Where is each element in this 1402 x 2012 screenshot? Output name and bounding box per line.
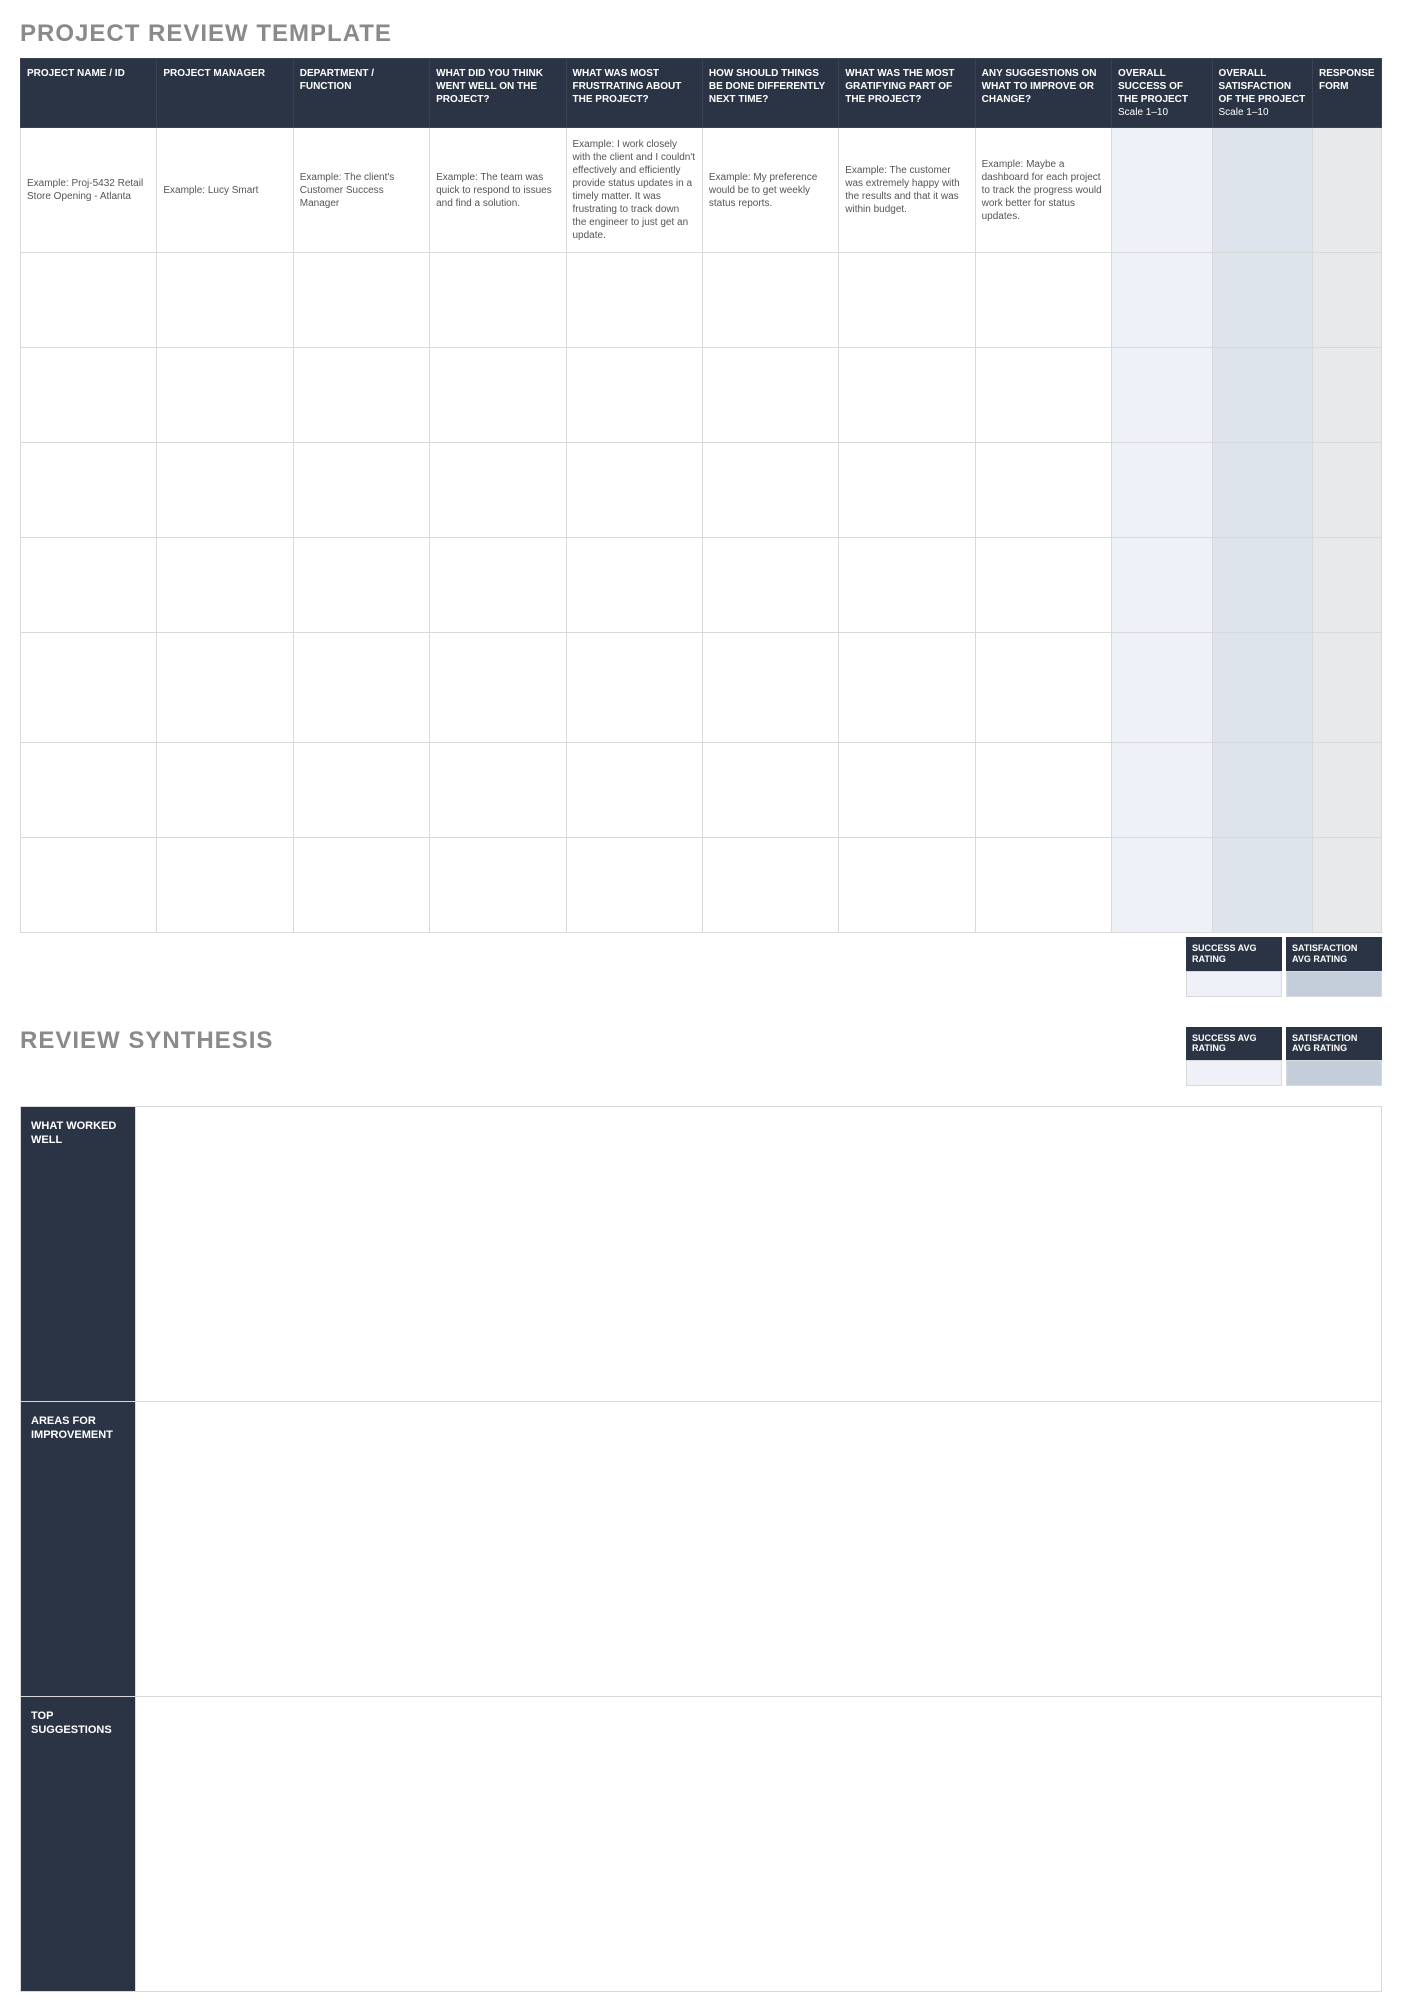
success-avg-value-2[interactable] bbox=[1186, 1060, 1282, 1086]
th-project-mgr: PROJECT MANAGER bbox=[157, 59, 293, 128]
th-satisfaction: OVERALL SATISFACTION OF THE PROJECTScale… bbox=[1212, 59, 1313, 128]
synth-body-worked-well[interactable] bbox=[136, 1107, 1382, 1402]
success-avg-head-2: SUCCESS AVG RATING bbox=[1186, 1027, 1282, 1061]
page-title-main: PROJECT REVIEW TEMPLATE bbox=[20, 20, 1382, 48]
cell-ex-mgr[interactable]: Example: Lucy Smart bbox=[157, 128, 293, 253]
avg-rating-row-1: SUCCESS AVG RATING SATISFACTION AVG RATI… bbox=[20, 937, 1382, 997]
th-gratifying: WHAT WAS THE MOST GRATIFYING PART OF THE… bbox=[839, 59, 975, 128]
synth-body-suggestions[interactable] bbox=[136, 1697, 1382, 1992]
th-went-well: WHAT DID YOU THINK WENT WELL ON THE PROJ… bbox=[430, 59, 566, 128]
success-avg-value[interactable] bbox=[1186, 971, 1282, 997]
th-response-form: RESPONSE FORM bbox=[1313, 59, 1382, 128]
table-row bbox=[21, 253, 1382, 348]
synth-body-improvement[interactable] bbox=[136, 1402, 1382, 1697]
table-row bbox=[21, 838, 1382, 933]
th-success: OVERALL SUCCESS OF THE PROJECTScale 1–10 bbox=[1112, 59, 1213, 128]
table-row-example: Example: Proj-5432 Retail Store Opening … bbox=[21, 128, 1382, 253]
table-row bbox=[21, 743, 1382, 838]
cell-ex-sugg[interactable]: Example: Maybe a dashboard for each proj… bbox=[975, 128, 1111, 253]
synth-label-worked-well: WHAT WORKED WELL bbox=[21, 1107, 136, 1402]
table-row bbox=[21, 633, 1382, 743]
success-avg-head: SUCCESS AVG RATING bbox=[1186, 937, 1282, 971]
review-synthesis-table: WHAT WORKED WELL AREAS FOR IMPROVEMENT T… bbox=[20, 1106, 1382, 1992]
th-frustrating: WHAT WAS MOST FRUSTRATING ABOUT THE PROJ… bbox=[566, 59, 702, 128]
project-review-table: PROJECT NAME / ID PROJECT MANAGER DEPART… bbox=[20, 58, 1382, 933]
satisfaction-avg-head-2: SATISFACTION AVG RATING bbox=[1286, 1027, 1382, 1061]
cell-ex-success[interactable] bbox=[1112, 128, 1213, 253]
cell-ex-grat[interactable]: Example: The customer was extremely happ… bbox=[839, 128, 975, 253]
page-title-synth: REVIEW SYNTHESIS bbox=[20, 1027, 1186, 1055]
th-department: DEPARTMENT / FUNCTION bbox=[293, 59, 429, 128]
satisfaction-avg-value[interactable] bbox=[1286, 971, 1382, 997]
cell-ex-name[interactable]: Example: Proj-5432 Retail Store Opening … bbox=[21, 128, 157, 253]
th-differently: HOW SHOULD THINGS BE DONE DIFFERENTLY NE… bbox=[702, 59, 838, 128]
cell-ex-resp[interactable] bbox=[1313, 128, 1382, 253]
satisfaction-avg-value-2[interactable] bbox=[1286, 1060, 1382, 1086]
table-row bbox=[21, 348, 1382, 443]
synth-label-suggestions: TOP SUGGESTIONS bbox=[21, 1697, 136, 1992]
avg-rating-row-2: SUCCESS AVG RATING SATISFACTION AVG RATI… bbox=[1186, 1027, 1382, 1087]
cell-ex-diff[interactable]: Example: My preference would be to get w… bbox=[702, 128, 838, 253]
th-project-name: PROJECT NAME / ID bbox=[21, 59, 157, 128]
synth-label-improvement: AREAS FOR IMPROVEMENT bbox=[21, 1402, 136, 1697]
satisfaction-avg-head: SATISFACTION AVG RATING bbox=[1286, 937, 1382, 971]
cell-ex-satis[interactable] bbox=[1212, 128, 1313, 253]
cell-ex-well[interactable]: Example: The team was quick to respond t… bbox=[430, 128, 566, 253]
th-suggestions: ANY SUGGESTIONS ON WHAT TO IMPROVE OR CH… bbox=[975, 59, 1111, 128]
cell-ex-dept[interactable]: Example: The client's Customer Success M… bbox=[293, 128, 429, 253]
table-row bbox=[21, 443, 1382, 538]
cell-ex-frust[interactable]: Example: I work closely with the client … bbox=[566, 128, 702, 253]
table-row bbox=[21, 538, 1382, 633]
